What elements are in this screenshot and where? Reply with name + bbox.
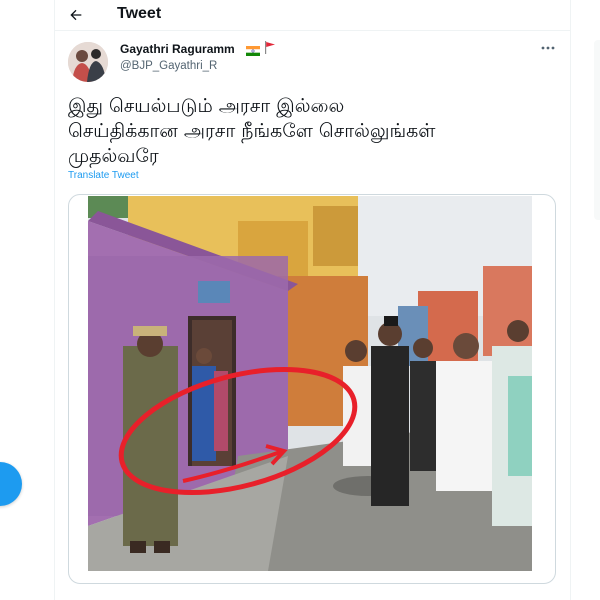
back-button[interactable]	[63, 2, 89, 28]
author-handle[interactable]: @BJP_Gayathri_R	[120, 60, 217, 72]
sidebar-edge	[594, 40, 600, 220]
tweet-text-line: இது செயல்படும் அரசா இல்லை	[68, 95, 345, 117]
tweet-header: Tweet	[55, 0, 570, 30]
arrow-left-icon	[70, 9, 82, 21]
tweet-text-line: செய்திக்கான அரசா நீங்களே சொல்லுங்கள்	[68, 120, 436, 142]
tweet-photo[interactable]	[88, 196, 532, 571]
india-flag-icon	[246, 43, 260, 56]
avatar-image	[68, 42, 108, 82]
more-button[interactable]	[538, 40, 558, 56]
tweet-text: இது செயல்படும் அரசா இல்லை செய்திக்கான அர…	[68, 94, 548, 169]
avatar[interactable]	[68, 42, 108, 82]
more-horizontal-icon	[541, 46, 555, 50]
header-divider	[55, 30, 570, 31]
compose-tweet-button[interactable]	[0, 462, 22, 506]
author-name[interactable]: Gayathri Raguramm	[120, 42, 235, 56]
main-column-left-border	[54, 0, 55, 600]
main-column-right-border	[570, 0, 571, 600]
page-title: Tweet	[117, 5, 162, 22]
tweet-text-line: முதல்வரே	[68, 145, 159, 167]
translate-tweet-link[interactable]: Translate Tweet	[68, 170, 139, 181]
red-flag-icon	[264, 41, 276, 54]
